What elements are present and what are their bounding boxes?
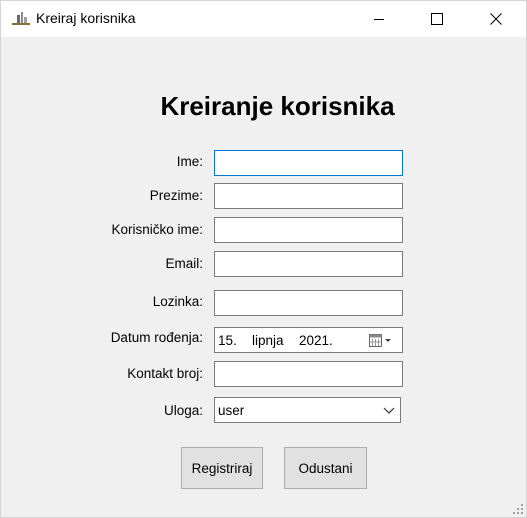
cancel-button[interactable]: Odustani xyxy=(284,447,367,489)
prezime-label: Prezime: xyxy=(149,188,203,203)
datum-rodjenja-label: Datum rođenja: xyxy=(110,330,203,345)
email-label: Email: xyxy=(165,256,203,271)
title-bar[interactable]: Kreiraj korisnika xyxy=(1,1,526,37)
maximize-button[interactable] xyxy=(408,1,466,37)
kontakt-broj-label: Kontakt broj: xyxy=(127,366,203,381)
date-day[interactable]: 15. xyxy=(218,333,237,348)
lozinka-field[interactable] xyxy=(214,290,403,316)
app-window-icon xyxy=(12,12,30,25)
kontakt-broj-field[interactable] xyxy=(214,361,403,387)
date-year[interactable]: 2021. xyxy=(299,333,333,348)
prezime-field[interactable] xyxy=(214,183,403,209)
email-field[interactable] xyxy=(214,251,403,277)
date-month[interactable]: lipnja xyxy=(252,333,284,348)
uloga-selected-value: user xyxy=(218,403,245,418)
ime-field[interactable] xyxy=(214,150,403,176)
close-icon xyxy=(490,13,502,25)
window: Kreiraj korisnika Kreiranje korisnika Im… xyxy=(0,0,527,518)
uloga-label: Uloga: xyxy=(163,403,203,418)
maximize-icon xyxy=(431,13,443,25)
uloga-select[interactable]: user xyxy=(214,397,401,423)
datum-rodjenja-datepicker[interactable]: 15. lipnja 2021. xyxy=(214,327,403,353)
korisnicko-ime-field[interactable] xyxy=(214,217,403,243)
window-title: Kreiraj korisnika xyxy=(36,10,136,26)
calendar-dropdown-icon[interactable] xyxy=(368,332,398,349)
ime-label: Ime: xyxy=(176,154,203,169)
register-button[interactable]: Registriraj xyxy=(181,447,263,489)
minimize-icon xyxy=(374,19,384,20)
lozinka-label: Lozinka: xyxy=(152,294,203,309)
resize-grip-icon[interactable] xyxy=(511,502,525,516)
chevron-down-icon xyxy=(383,407,395,414)
korisnicko-ime-label: Korisničko ime: xyxy=(111,222,203,237)
close-button[interactable] xyxy=(467,1,525,37)
minimize-button[interactable] xyxy=(350,1,408,37)
form-heading: Kreiranje korisnika xyxy=(160,91,395,121)
